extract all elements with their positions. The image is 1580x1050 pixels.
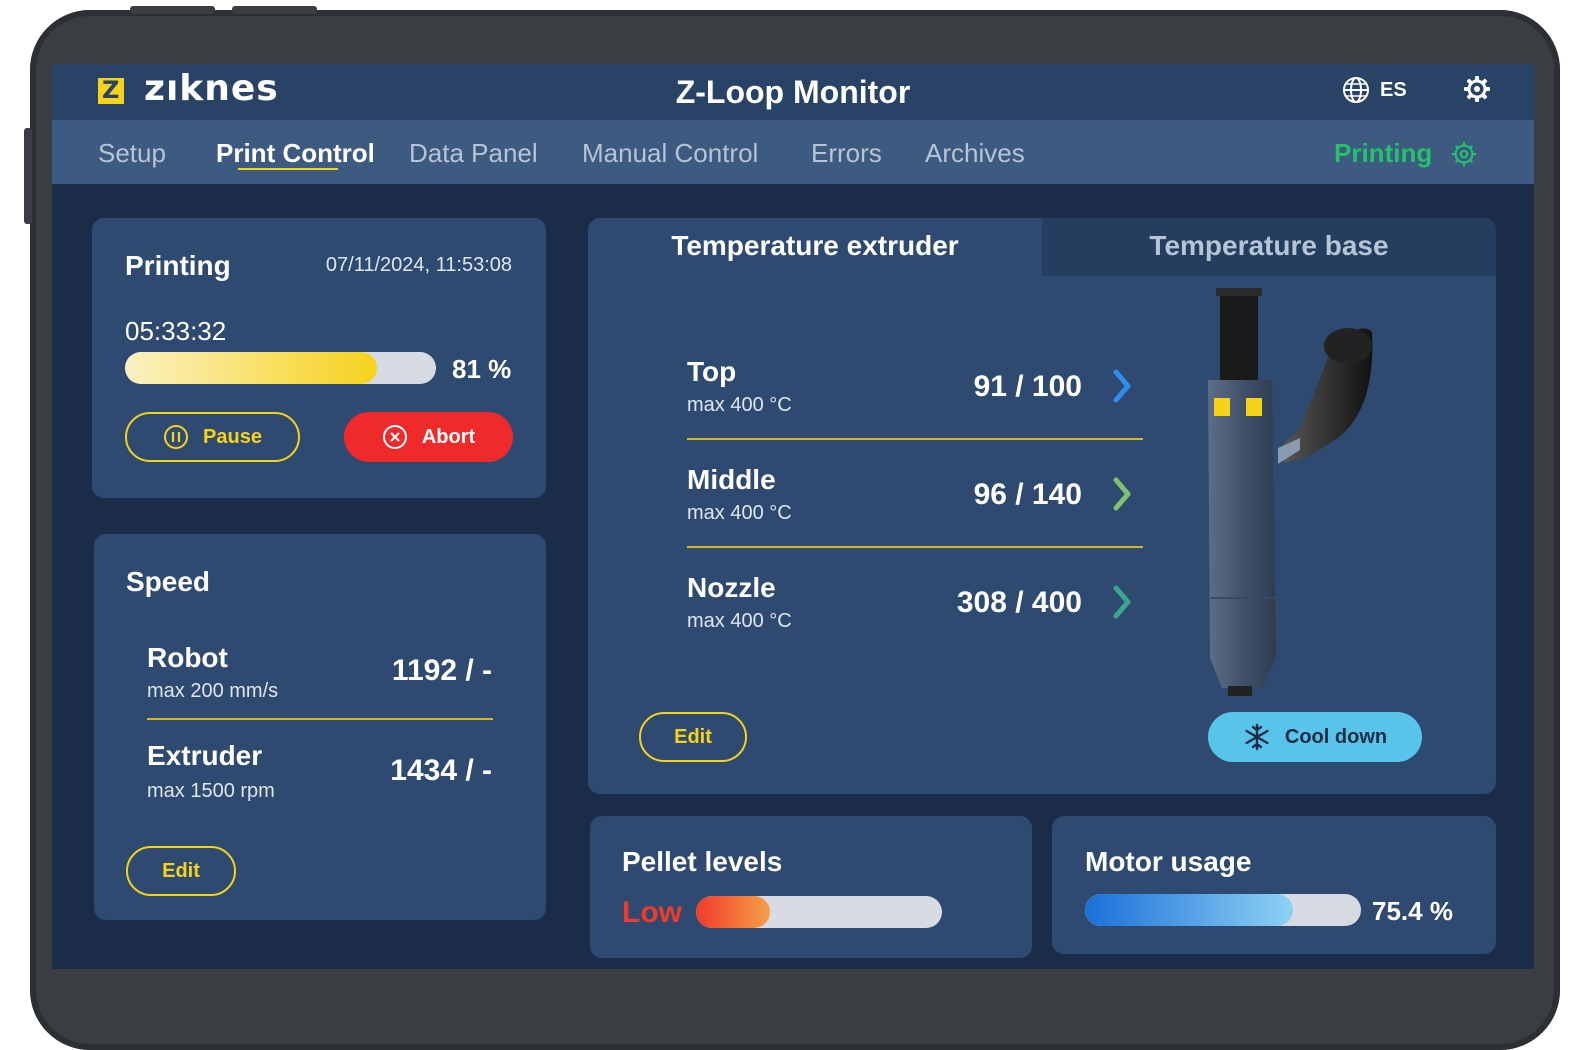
- robot-speed-max: max 200 mm/s: [147, 680, 279, 702]
- motor-usage-title: Motor usage: [1085, 846, 1252, 877]
- extruder-illustration: [1208, 288, 1373, 696]
- pellet-levels-title: Pellet levels: [622, 846, 783, 877]
- temp-middle-value: 96 / 140: [973, 478, 1082, 511]
- top-bar: Z zıknes Z-Loop Monitor ES: [52, 64, 1534, 120]
- tab-manual-control[interactable]: Manual Control: [582, 138, 758, 169]
- temp-top-label: Top: [687, 356, 737, 387]
- active-tab-underline: [238, 168, 338, 170]
- language-code: ES: [1380, 78, 1407, 101]
- pause-icon: [164, 425, 189, 449]
- tablet-button-side: [24, 128, 32, 224]
- print-job-card: Printing 07/11/2024, 11:53:08 05:33:32 8…: [92, 218, 546, 498]
- print-progress-bar: [125, 352, 436, 384]
- temperature-edit-button[interactable]: Edit: [639, 712, 747, 762]
- tab-temperature-extruder[interactable]: Temperature extruder: [588, 230, 1042, 262]
- robot-speed-label: Robot: [147, 642, 228, 673]
- motor-usage-bar: [1085, 894, 1361, 926]
- globe-icon: [1343, 77, 1369, 103]
- motor-usage-card: Motor usage 75.4 %: [1052, 816, 1496, 954]
- temp-nozzle-label: Nozzle: [687, 572, 776, 603]
- speed-edit-button[interactable]: Edit: [126, 846, 236, 896]
- tab-setup[interactable]: Setup: [98, 138, 166, 169]
- temp-top-value: 91 / 100: [973, 370, 1082, 403]
- print-job-datetime: 07/11/2024, 11:53:08: [325, 254, 512, 276]
- elapsed-time: 05:33:32: [125, 316, 227, 346]
- chevron-right-icon[interactable]: [1110, 368, 1134, 404]
- tab-temperature-base-label: Temperature base: [1149, 230, 1389, 261]
- chevron-right-icon[interactable]: [1110, 476, 1134, 512]
- status-gear-icon: [1452, 141, 1477, 166]
- tablet-button-top: [232, 6, 317, 14]
- tab-print-control[interactable]: Print Control: [216, 138, 375, 169]
- chevron-right-icon[interactable]: [1110, 584, 1134, 620]
- abort-button[interactable]: Abort: [344, 412, 513, 462]
- speed-card: Speed Robot max 200 mm/s 1192 / - Extrud…: [94, 534, 546, 920]
- abort-label: Abort: [421, 425, 476, 448]
- speed-separator: [147, 718, 493, 720]
- temp-top-max: max 400 °C: [687, 394, 792, 416]
- temp-separator: [687, 546, 1143, 548]
- temp-middle-max: max 400 °C: [687, 502, 792, 524]
- robot-speed-value: 1192 / -: [391, 654, 492, 687]
- extruder-speed-label: Extruder: [147, 740, 263, 771]
- pellet-levels-card: Pellet levels Low: [590, 816, 1032, 958]
- temperature-card: Temperature extruder Temperature base To…: [588, 218, 1496, 794]
- extruder-speed-value: 1434 / -: [390, 754, 492, 787]
- temp-separator: [687, 438, 1143, 440]
- settings-button[interactable]: [1462, 74, 1492, 109]
- tab-archives[interactable]: Archives: [925, 138, 1025, 169]
- print-job-title: Printing: [125, 250, 231, 281]
- tab-errors[interactable]: Errors: [811, 138, 882, 169]
- pause-label: Pause: [203, 425, 262, 448]
- screen: Z zıknes Z-Loop Monitor ES Setup Print C…: [52, 64, 1534, 969]
- snowflake-icon: [1245, 723, 1269, 751]
- pellet-level-bar: [696, 896, 942, 928]
- pause-button[interactable]: Pause: [125, 412, 300, 462]
- extruder-speed-max: max 1500 rpm: [147, 780, 275, 802]
- printer-status-label: Printing: [1334, 138, 1433, 168]
- printer-status: Printing: [1334, 138, 1478, 169]
- pellet-status-label: Low: [622, 896, 682, 929]
- tablet-button-top: [130, 6, 215, 14]
- gear-icon: [1464, 76, 1490, 102]
- speed-edit-label: Edit: [162, 859, 200, 882]
- close-circle-icon: [382, 425, 407, 449]
- tab-data-panel[interactable]: Data Panel: [409, 138, 538, 169]
- language-selector[interactable]: ES: [1342, 76, 1407, 104]
- cool-down-label: Cool down: [1284, 725, 1388, 748]
- app-title: Z-Loop Monitor: [675, 74, 911, 110]
- temp-middle-label: Middle: [687, 464, 776, 495]
- print-progress-fill: [125, 352, 377, 384]
- temp-nozzle-value: 308 / 400: [956, 586, 1082, 619]
- pellet-level-fill: [696, 896, 770, 928]
- cool-down-button[interactable]: Cool down: [1208, 712, 1422, 762]
- print-progress-label: 81 %: [452, 354, 512, 384]
- temp-nozzle-max: max 400 °C: [687, 610, 792, 632]
- motor-usage-fill: [1085, 894, 1294, 926]
- speed-title: Speed: [126, 566, 211, 597]
- motor-usage-label: 75.4 %: [1372, 896, 1453, 926]
- temperature-edit-label: Edit: [674, 725, 712, 748]
